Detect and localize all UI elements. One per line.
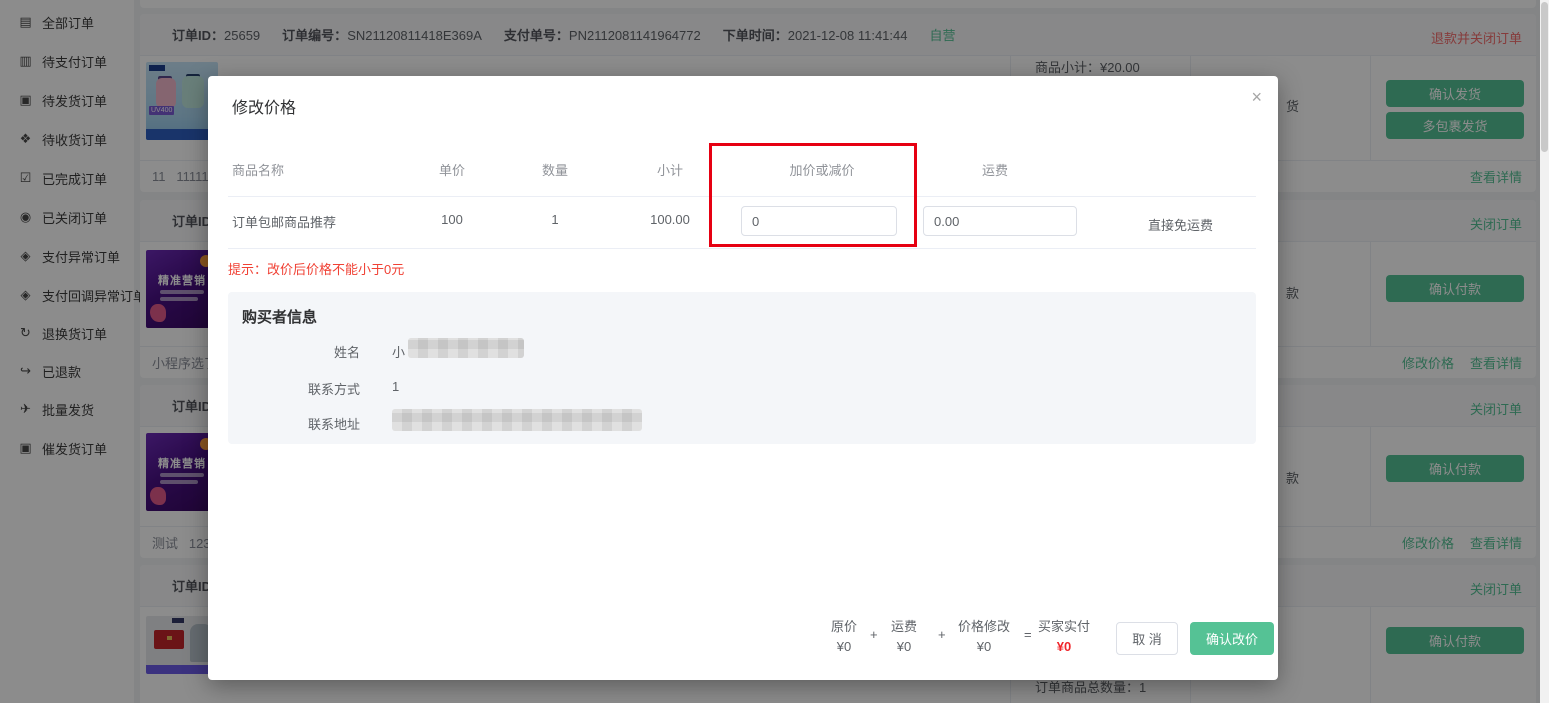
modal-title: 修改价格 xyxy=(232,100,297,117)
freight-input[interactable] xyxy=(923,206,1077,236)
redacted-address xyxy=(392,409,642,431)
table-divider xyxy=(228,248,1256,249)
col-header-product-name: 商品名称 xyxy=(232,163,285,178)
col-header-quantity: 数量 xyxy=(541,163,569,178)
confirm-modify-price-button[interactable]: 确认改价 xyxy=(1190,622,1274,655)
redacted-name xyxy=(408,338,524,358)
buyer-pay-label: 买家实付 xyxy=(1037,619,1091,634)
row-quantity: 1 xyxy=(551,212,559,227)
order-management-page: ▤ 全部订单 ▥ 待支付订单 ▣ 待发货订单 ❖ 待收货订单 ☑ 已完成订单 ◉ 已关闭订单… xyxy=(0,0,1549,703)
equals-sign: = xyxy=(1024,627,1032,642)
modify-price-modal: 修改价格 × 商品名称 单价 数量 小计 加价或减价 运费 订单包邮商品推荐 1… xyxy=(208,76,1278,680)
price-modify-value: ¥0 xyxy=(976,639,992,654)
row-subtotal: 100.00 xyxy=(650,212,690,227)
name-label: 姓名 xyxy=(333,345,360,360)
scrollbar-thumb[interactable] xyxy=(1541,2,1548,152)
buyer-pay-value: ¥0 xyxy=(1056,639,1072,654)
plus-sign: + xyxy=(870,627,878,642)
buyer-info-panel: 购买者信息 姓名 小 联系方式 1 联系地址 xyxy=(228,292,1256,444)
scrollbar-track[interactable] xyxy=(1540,0,1549,703)
row-unit-price: 100 xyxy=(441,212,463,227)
cancel-button[interactable]: 取 消 xyxy=(1116,622,1178,655)
close-icon[interactable]: × xyxy=(1251,88,1262,106)
free-freight-action[interactable]: 直接免运费 xyxy=(1148,215,1213,234)
buyer-contact-value: 1 xyxy=(392,379,400,394)
col-header-adjustment: 加价或减价 xyxy=(789,163,855,178)
price-warning-text: 提示：改价后价格不能小于0元 xyxy=(228,262,405,277)
plus-sign: + xyxy=(938,627,946,642)
col-header-freight: 运费 xyxy=(981,163,1009,178)
price-adjustment-input[interactable] xyxy=(741,206,897,236)
price-modify-label: 价格修改 xyxy=(957,619,1011,634)
original-price-label: 原价 xyxy=(830,619,858,634)
buyer-name-visible: 小 xyxy=(392,345,406,360)
contact-label: 联系方式 xyxy=(307,382,360,397)
buyer-info-title: 购买者信息 xyxy=(242,309,318,326)
freight-value: ¥0 xyxy=(896,639,912,654)
table-divider xyxy=(228,196,1256,197)
freight-label: 运费 xyxy=(890,619,918,634)
col-header-unit-price: 单价 xyxy=(438,163,466,178)
row-product-name: 订单包邮商品推荐 xyxy=(232,215,337,230)
address-label: 联系地址 xyxy=(307,417,360,432)
original-price-value: ¥0 xyxy=(836,639,852,654)
col-header-subtotal: 小计 xyxy=(656,163,684,178)
